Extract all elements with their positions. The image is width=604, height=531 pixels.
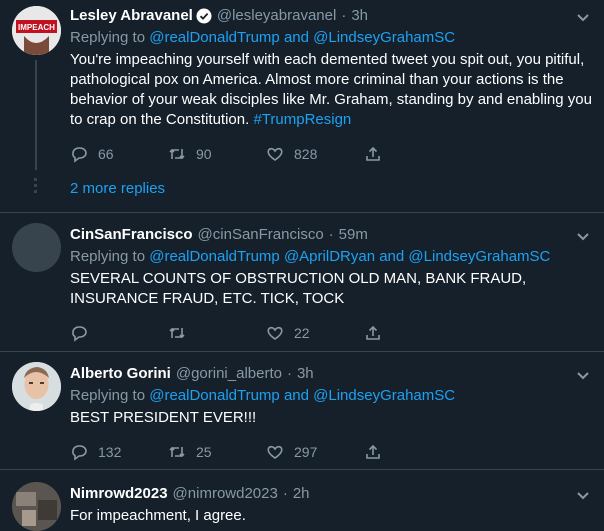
reply-button[interactable]: 66 [70, 145, 168, 163]
author-handle[interactable]: @lesleyabravanel [217, 6, 336, 26]
avatar[interactable]: IMPEACH [12, 6, 61, 55]
tweet-text: You're impeaching yourself with each dem… [70, 51, 592, 128]
separator: · [341, 7, 347, 24]
mention-link[interactable]: @LindseyGrahamSC [408, 248, 550, 265]
retweet-count: 25 [196, 444, 212, 460]
author-handle[interactable]: @cinSanFrancisco [198, 225, 324, 245]
share-button[interactable] [364, 324, 462, 342]
author-name[interactable]: CinSanFrancisco [70, 225, 193, 245]
chevron-down-icon[interactable] [576, 10, 590, 24]
reply-button[interactable]: 132 [70, 443, 168, 461]
retweet-icon [169, 148, 185, 160]
like-button[interactable]: 22 [266, 324, 364, 342]
chevron-down-icon[interactable] [576, 229, 590, 243]
reply-icon [72, 326, 87, 342]
tweet-nimrowd[interactable]: Nimrowd2023 @nimrowd2023 · 2h For impeac… [0, 470, 604, 531]
hashtag-link[interactable]: #TrumpResign [253, 111, 351, 128]
timestamp[interactable]: 59m [339, 225, 368, 245]
tweet-alberto[interactable]: Alberto Gorini @gorini_alberto · 3h Repl… [0, 352, 604, 470]
share-button[interactable] [364, 443, 462, 461]
retweet-button[interactable]: 90 [168, 145, 266, 163]
author-name[interactable]: Nimrowd2023 [70, 484, 168, 504]
like-count: 297 [294, 444, 318, 460]
timestamp[interactable]: 3h [351, 6, 368, 26]
reply-icon [72, 445, 87, 461]
separator: · [282, 485, 288, 502]
retweet-count: 90 [196, 146, 212, 162]
timestamp[interactable]: 2h [293, 484, 310, 504]
separator: · [286, 365, 292, 382]
retweet-icon [169, 327, 185, 339]
timestamp[interactable]: 3h [297, 364, 314, 384]
author-handle[interactable]: @nimrowd2023 [173, 484, 278, 504]
tweet-text: SEVERAL COUNTS OF OBSTRUCTION OLD MAN, B… [70, 270, 527, 307]
author-handle[interactable]: @gorini_alberto [176, 364, 282, 384]
thread-line [35, 60, 37, 170]
retweet-button[interactable]: 25 [168, 443, 266, 461]
author-name[interactable]: Lesley Abravanel [70, 6, 193, 26]
like-button[interactable]: 297 [266, 443, 364, 461]
retweet-button[interactable] [168, 324, 266, 342]
reply-count: 132 [98, 444, 122, 460]
reply-icon [72, 147, 87, 163]
replying-to: Replying to @realDonaldTrump and @Lindse… [70, 387, 456, 404]
replying-to: Replying to @realDonaldTrump @AprilDRyan… [70, 248, 551, 265]
like-count: 828 [294, 146, 318, 162]
retweet-icon [169, 446, 185, 458]
separator: · [328, 226, 334, 243]
mention-link[interactable]: @realDonaldTrump [149, 248, 280, 265]
verified-icon [196, 8, 212, 24]
thread-dots [34, 178, 37, 196]
avatar[interactable] [12, 482, 61, 531]
replying-to: Replying to @realDonaldTrump and @Lindse… [70, 29, 456, 46]
mention-link[interactable]: @LindseyGrahamSC [313, 29, 455, 46]
tweet-text: BEST PRESIDENT EVER!!! [70, 409, 257, 426]
like-icon [267, 445, 283, 459]
share-icon [366, 325, 380, 340]
share-button[interactable] [364, 145, 462, 163]
mention-link[interactable]: @realDonaldTrump [149, 387, 280, 404]
mention-link[interactable]: @realDonaldTrump [149, 29, 280, 46]
chevron-down-icon[interactable] [576, 368, 590, 382]
share-icon [366, 444, 380, 459]
mention-link[interactable]: @AprilDRyan [284, 248, 375, 265]
author-name[interactable]: Alberto Gorini [70, 364, 171, 384]
avatar[interactable] [12, 223, 61, 272]
mention-link[interactable]: @LindseyGrahamSC [313, 387, 455, 404]
more-replies-link[interactable]: 2 more replies [70, 180, 165, 197]
tweet-cinsanfrancisco[interactable]: CinSanFrancisco @cinSanFrancisco · 59m R… [0, 213, 604, 352]
svg-text:IMPEACH: IMPEACH [18, 23, 55, 32]
like-count: 22 [294, 325, 310, 341]
tweet-text: For impeachment, I agree. [70, 507, 246, 524]
tweet-lesley[interactable]: IMPEACH Lesley Abravanel @lesleyabravane… [0, 0, 604, 213]
like-icon [267, 147, 283, 161]
avatar[interactable] [12, 362, 61, 411]
like-button[interactable]: 828 [266, 145, 364, 163]
reply-button[interactable] [70, 324, 168, 342]
share-icon [366, 146, 380, 161]
like-icon [267, 326, 283, 340]
chevron-down-icon[interactable] [576, 488, 590, 502]
reply-count: 66 [98, 146, 114, 162]
